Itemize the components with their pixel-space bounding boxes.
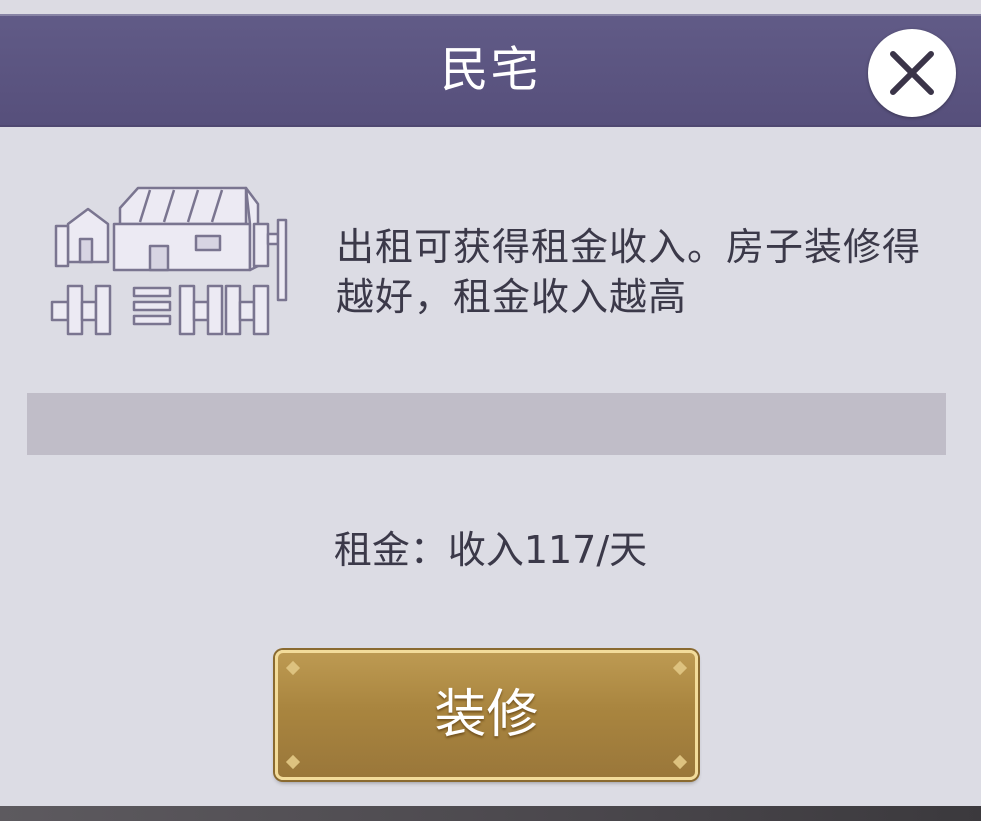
close-button[interactable] [868, 29, 956, 117]
dialog-title: 民宅 [440, 42, 541, 98]
info-bar [27, 393, 946, 455]
button-corner-ornament [672, 660, 688, 676]
background-bottom [0, 806, 981, 821]
button-corner-ornament [672, 754, 688, 770]
house-description: 出租可获得租金收入。房子装修得越好，租金收入越高 [336, 225, 922, 319]
renovate-button-label: 装修 [434, 685, 539, 745]
button-corner-ornament [285, 660, 301, 676]
rent-income-text: 租金：收入117/天 [333, 528, 648, 572]
renovate-button[interactable]: 装修 [275, 650, 698, 780]
close-icon [890, 51, 934, 95]
dialog-header: 民宅 [0, 14, 981, 127]
background-top [0, 0, 981, 14]
house-dialog: 民宅 出租可获得租金收入。房子装修得越好，租金收入越高 租金：收入117/天 装… [0, 14, 981, 806]
house-icon [50, 186, 288, 336]
button-corner-ornament [285, 754, 301, 770]
